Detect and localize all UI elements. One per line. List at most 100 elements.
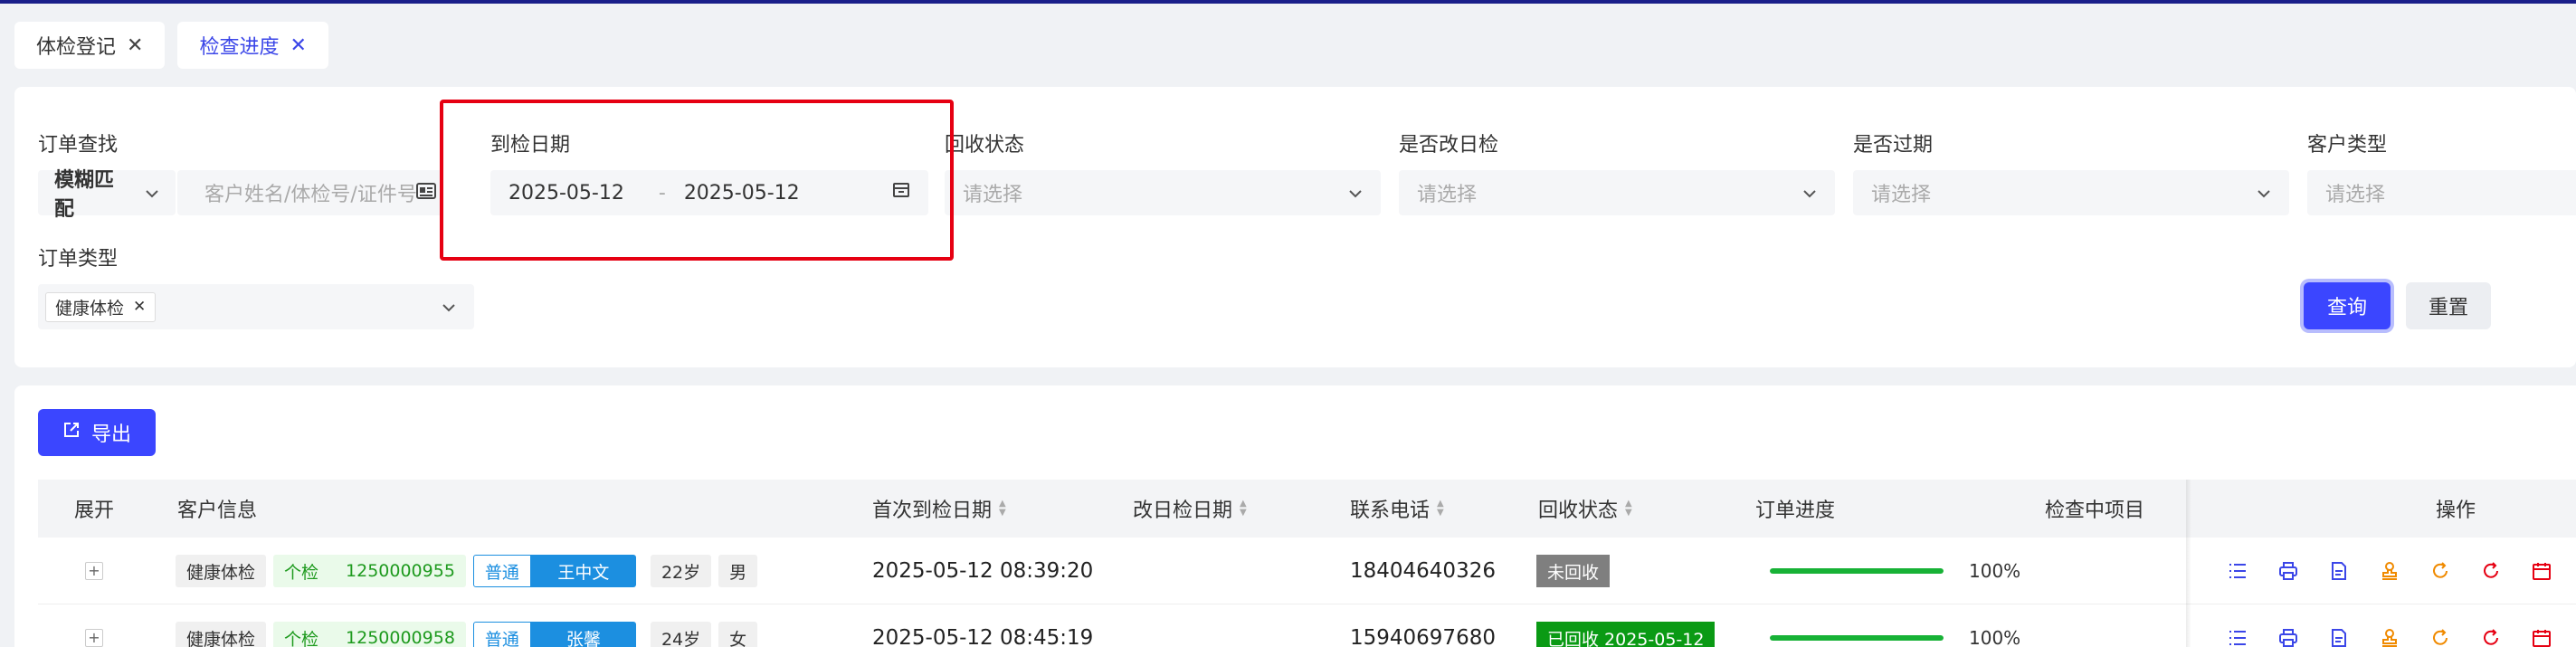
customer-name[interactable]: 王中文 bbox=[530, 555, 636, 587]
col-progress: 订单进度 bbox=[1755, 500, 1836, 522]
stamp-icon[interactable] bbox=[2378, 559, 2401, 583]
match-mode-select[interactable]: 模糊匹配 bbox=[38, 169, 176, 221]
list-icon[interactable] bbox=[2226, 559, 2249, 583]
id-card-icon[interactable] bbox=[416, 182, 436, 205]
expand-icon[interactable]: + bbox=[85, 562, 103, 580]
filter-panel: 订单查找 模糊匹配 客户姓名/体检号/证件号 到检日期 2025-05-12 -… bbox=[14, 87, 2576, 367]
order-type-tag-label: 健康体检 bbox=[55, 298, 125, 319]
row-actions bbox=[2226, 538, 2576, 604]
rescheduled-select[interactable]: 请选择 bbox=[1399, 170, 1835, 215]
order-progress: 100% bbox=[1770, 604, 2020, 647]
level-badge: 普通 bbox=[472, 555, 531, 587]
age-badge: 22岁 bbox=[650, 555, 712, 587]
refresh-icon[interactable] bbox=[2429, 559, 2452, 583]
print-icon[interactable] bbox=[2277, 626, 2300, 647]
order-type-badge: 健康体检 bbox=[176, 555, 267, 587]
progress-fill bbox=[1770, 635, 1944, 641]
customer-name[interactable]: 张馨 bbox=[530, 622, 636, 647]
order-search-input[interactable]: 客户姓名/体检号/证件号 bbox=[177, 170, 443, 215]
order-progress: 100% bbox=[1770, 538, 2020, 604]
recovery-status: 未回收 bbox=[1536, 538, 1611, 604]
exam-number[interactable]: 1250000958 bbox=[346, 628, 455, 647]
sort-icon[interactable]: ▲ ▼ bbox=[1625, 500, 1632, 518]
close-icon[interactable]: ✕ bbox=[290, 34, 306, 57]
table-header: 展开 客户信息 首次到检日期 ▲ ▼ 改日检日期 ▲ ▼ 联系电话 ▲ ▼ 回收状态 … bbox=[38, 480, 2576, 538]
order-type-label: 订单类型 bbox=[38, 248, 119, 271]
col-reschedule-date-label: 改日检日期 bbox=[1133, 500, 1233, 522]
recovery-status-placeholder: 请选择 bbox=[963, 184, 1023, 206]
recovery-status: 已回收 2025-05-12 bbox=[1536, 604, 1716, 647]
chevron-down-icon bbox=[145, 184, 159, 203]
status-badge: 已回收 2025-05-12 bbox=[1536, 622, 1716, 647]
tab-exam-registration[interactable]: 体检登记 ✕ bbox=[14, 22, 166, 69]
rescheduled-label: 是否改日检 bbox=[1399, 134, 1499, 157]
customer-info: 健康体检 个检 1250000958 普通 张馨 24岁 女 bbox=[176, 604, 765, 647]
exam-mode-badge: 个检 1250000958 bbox=[273, 622, 466, 647]
col-checking: 检查中项目 bbox=[2045, 500, 2145, 522]
col-first-date[interactable]: 首次到检日期 ▲ ▼ bbox=[872, 480, 1006, 538]
redo-icon[interactable] bbox=[2479, 559, 2503, 583]
col-status[interactable]: 回收状态 ▲ ▼ bbox=[1538, 480, 1632, 538]
customer-type-label: 客户类型 bbox=[2307, 134, 2388, 157]
chevron-down-icon bbox=[442, 298, 456, 317]
calendar-icon[interactable] bbox=[2530, 626, 2553, 647]
progress-text: 100% bbox=[1969, 560, 2021, 582]
reset-button[interactable]: 重置 bbox=[2406, 282, 2491, 329]
exam-mode: 个检 bbox=[284, 562, 319, 583]
progress-bar bbox=[1770, 568, 1944, 574]
tab-label: 体检登记 bbox=[36, 36, 117, 59]
match-mode-value: 模糊匹配 bbox=[54, 169, 115, 221]
first-date: 2025-05-12 08:45:19 bbox=[872, 626, 1094, 647]
document-icon[interactable] bbox=[2327, 559, 2351, 583]
query-button[interactable]: 查询 bbox=[2304, 282, 2391, 329]
chevron-down-icon bbox=[2257, 184, 2271, 203]
export-label: 导出 bbox=[90, 423, 131, 446]
table-row: + 健康体检 个检 1250000955 普通 王中文 22岁 男 2025-0… bbox=[38, 538, 2576, 604]
close-icon[interactable]: ✕ bbox=[127, 34, 143, 57]
progress-fill bbox=[1770, 568, 1944, 574]
list-icon[interactable] bbox=[2226, 626, 2249, 647]
refresh-icon[interactable] bbox=[2429, 626, 2452, 647]
col-first-date-label: 首次到检日期 bbox=[872, 500, 993, 522]
exam-mode: 个检 bbox=[284, 629, 319, 647]
redo-icon[interactable] bbox=[2479, 626, 2503, 647]
order-type-tag: 健康体检 ✕ bbox=[45, 291, 157, 322]
rescheduled-placeholder: 请选择 bbox=[1417, 184, 1478, 206]
export-button[interactable]: 导出 bbox=[38, 409, 156, 456]
recovery-status-select[interactable]: 请选择 bbox=[945, 170, 1381, 215]
col-reschedule-date[interactable]: 改日检日期 ▲ ▼ bbox=[1133, 480, 1247, 538]
level-badge: 普通 bbox=[472, 622, 531, 647]
col-customer: 客户信息 bbox=[177, 500, 258, 522]
chevron-down-icon bbox=[1348, 184, 1363, 203]
customer-type-select[interactable]: 请选择 bbox=[2307, 170, 2576, 215]
status-badge: 未回收 bbox=[1536, 555, 1611, 587]
sort-icon[interactable]: ▲ ▼ bbox=[1240, 500, 1247, 518]
expired-select[interactable]: 请选择 bbox=[1853, 170, 2289, 215]
customer-info: 健康体检 个检 1250000955 普通 王中文 22岁 男 bbox=[176, 538, 765, 604]
col-ops: 操作 bbox=[2436, 500, 2476, 522]
fixed-column-shadow bbox=[2186, 480, 2191, 647]
calendar-icon[interactable] bbox=[2530, 559, 2553, 583]
sort-icon[interactable]: ▲ ▼ bbox=[999, 500, 1006, 518]
close-icon[interactable]: ✕ bbox=[133, 298, 146, 316]
col-phone[interactable]: 联系电话 ▲ ▼ bbox=[1350, 480, 1444, 538]
stamp-icon[interactable] bbox=[2378, 626, 2401, 647]
expired-label: 是否过期 bbox=[1853, 134, 1934, 157]
tab-bar: 体检登记 ✕ 检查进度 ✕ bbox=[14, 22, 328, 69]
print-icon[interactable] bbox=[2277, 559, 2300, 583]
export-icon bbox=[62, 421, 81, 444]
phone: 15940697680 bbox=[1350, 626, 1496, 647]
sort-icon[interactable]: ▲ ▼ bbox=[1437, 500, 1444, 518]
expired-placeholder: 请选择 bbox=[1871, 184, 1932, 206]
chevron-down-icon bbox=[1802, 184, 1817, 203]
tab-check-progress[interactable]: 检查进度 ✕ bbox=[177, 22, 328, 69]
table-panel: 导出 展开 客户信息 首次到检日期 ▲ ▼ 改日检日期 ▲ ▼ 联系电话 ▲ ▼ 回收… bbox=[14, 385, 2576, 647]
exam-mode-badge: 个检 1250000955 bbox=[273, 555, 466, 587]
col-status-label: 回收状态 bbox=[1538, 500, 1619, 522]
order-type-select[interactable]: 健康体检 ✕ bbox=[38, 284, 474, 329]
exam-number[interactable]: 1250000955 bbox=[346, 561, 455, 581]
age-badge: 24岁 bbox=[650, 622, 712, 647]
expand-icon[interactable]: + bbox=[85, 629, 103, 647]
document-icon[interactable] bbox=[2327, 626, 2351, 647]
customer-type-placeholder: 请选择 bbox=[2325, 184, 2386, 206]
